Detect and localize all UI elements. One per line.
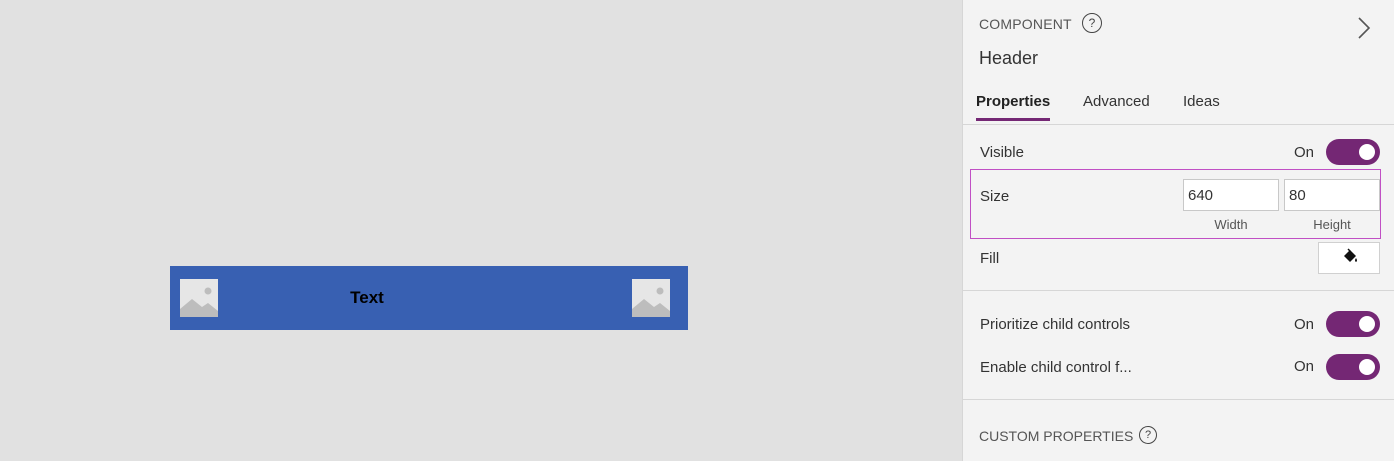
tab-advanced[interactable]: Advanced: [1083, 93, 1150, 121]
divider: [963, 399, 1394, 400]
component-name: Header: [979, 48, 1039, 68]
enable-child-toggle[interactable]: [1326, 354, 1380, 380]
visible-toggle[interactable]: [1326, 139, 1380, 165]
width-input[interactable]: [1183, 179, 1279, 211]
paint-bucket-icon: [1342, 248, 1358, 266]
tab-properties[interactable]: Properties: [976, 93, 1051, 121]
enable-child-label: Enable child control f...: [980, 359, 1132, 376]
prioritize-toggle[interactable]: [1326, 311, 1380, 337]
visible-label: Visible: [980, 144, 1024, 161]
prioritize-label: Prioritize child controls: [980, 316, 1131, 333]
chevron-right-icon[interactable]: [1353, 16, 1375, 40]
help-icon[interactable]: ?: [1082, 13, 1102, 33]
divider: [963, 290, 1394, 291]
image-placeholder-icon[interactable]: [180, 279, 218, 317]
fill-color-button[interactable]: [1318, 242, 1380, 274]
height-caption: Height: [1313, 217, 1351, 232]
header-component[interactable]: Text: [170, 266, 688, 330]
width-caption: Width: [1214, 217, 1248, 232]
canvas-area: Text: [0, 0, 962, 461]
properties-panel: COMPONENT ? Header Properties Advanced I…: [962, 0, 1394, 461]
visible-state-text: On: [1294, 144, 1315, 161]
height-input[interactable]: [1284, 179, 1380, 211]
tab-bar: Properties Advanced Ideas: [963, 90, 1394, 125]
fill-label: Fill: [980, 250, 1000, 267]
header-title-text[interactable]: Text: [330, 266, 404, 330]
tab-ideas[interactable]: Ideas: [1183, 93, 1220, 121]
component-section-label: COMPONENT: [979, 16, 1072, 32]
prioritize-state-text: On: [1294, 316, 1315, 333]
size-label: Size: [980, 188, 1010, 205]
help-icon[interactable]: ?: [1139, 426, 1157, 444]
enable-child-state-text: On: [1294, 358, 1315, 375]
custom-properties-label: CUSTOM PROPERTIES: [979, 428, 1134, 444]
image-placeholder-icon[interactable]: [632, 279, 670, 317]
